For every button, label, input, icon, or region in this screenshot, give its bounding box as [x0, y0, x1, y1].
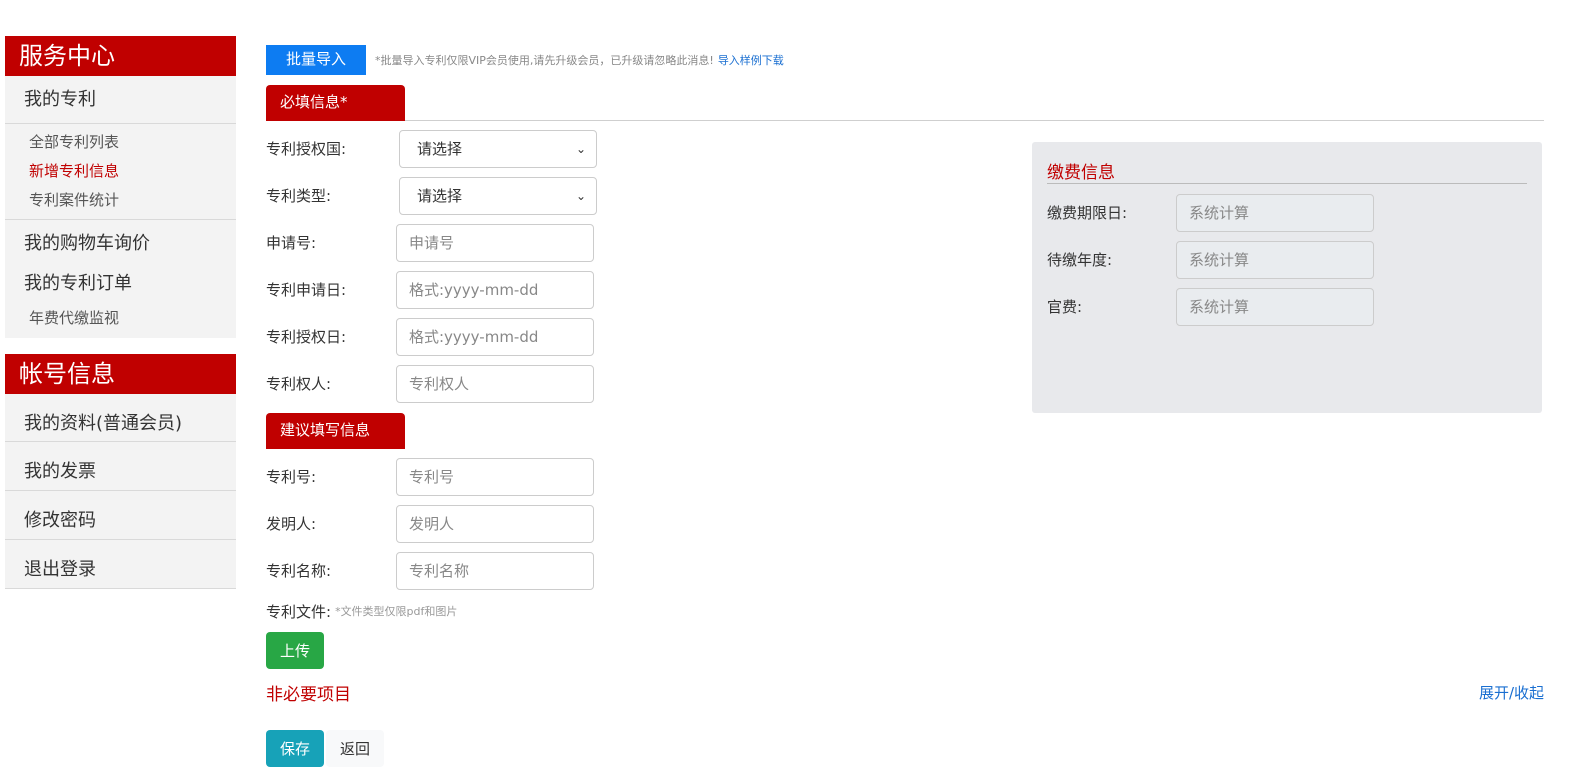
suggested-section-header: 建议填写信息 [266, 413, 1544, 449]
app-date-label: 专利申请日: [266, 281, 347, 299]
optional-row: 非必要项目 展开/收起 [266, 681, 1544, 705]
sidebar: 服务中心 我的专利 全部专利列表 新增专利信息 专利案件统计 我的购物车询价 我… [5, 36, 236, 589]
official-fee-label: 官费: [1047, 298, 1083, 316]
grant-date-label: 专利授权日: [266, 328, 347, 346]
upload-button[interactable]: 上传 [266, 632, 324, 669]
sidebar-item-patent-orders[interactable]: 我的专利订单 [5, 264, 236, 304]
country-label: 专利授权国: [266, 140, 347, 158]
required-info-tab[interactable]: 必填信息* [266, 85, 405, 121]
patent-name-label: 专利名称: [266, 562, 332, 580]
action-row: 保存 返回 [266, 730, 1544, 767]
app-date-input[interactable] [396, 270, 594, 309]
sidebar-item-my-profile[interactable]: 我的资料(普通会员) [5, 394, 236, 442]
sidebar-item-logout[interactable]: 退出登录 [5, 540, 236, 589]
patent-file-hint: *文件类型仅限pdf和图片 [335, 605, 458, 618]
sidebar-item-patent-stats[interactable]: 专利案件统计 [5, 186, 236, 215]
holder-input[interactable] [396, 364, 594, 403]
grant-date-input[interactable] [396, 317, 594, 356]
country-select[interactable]: 请选择 ⌄ [399, 129, 597, 168]
fee-panel: 缴费信息 缴费期限日: 系统计算 待缴年度: 系统计算 官费: 系统计算 [1032, 142, 1542, 413]
fee-panel-title: 缴费信息 [1047, 156, 1527, 184]
optional-items-label: 非必要项目 [266, 684, 351, 705]
patent-no-input[interactable] [396, 457, 594, 496]
patent-name-row: 专利名称: [266, 547, 1544, 594]
fee-deadline-row: 缴费期限日: 系统计算 [1047, 189, 1527, 236]
back-button[interactable]: 返回 [326, 730, 384, 767]
app-no-label: 申请号: [266, 234, 317, 252]
patent-no-row: 专利号: [266, 453, 1544, 500]
sidebar-item-cart-inquiry[interactable]: 我的购物车询价 [5, 224, 236, 264]
pending-year-label: 待缴年度: [1047, 251, 1113, 269]
pending-year-field: 系统计算 [1176, 240, 1374, 279]
type-label: 专利类型: [266, 187, 332, 205]
patent-file-label: 专利文件: [266, 602, 332, 621]
patent-file-row: 专利文件: *文件类型仅限pdf和图片 [266, 596, 1544, 626]
sidebar-item-add-patent[interactable]: 新增专利信息 [5, 157, 236, 186]
expand-collapse-link[interactable]: 展开/收起 [1479, 682, 1544, 703]
required-section-header: 必填信息* [266, 85, 1544, 121]
batch-import-button[interactable]: 批量导入 [266, 45, 366, 75]
service-center-section: 服务中心 我的专利 全部专利列表 新增专利信息 专利案件统计 我的购物车询价 我… [5, 36, 236, 338]
official-fee-field: 系统计算 [1176, 287, 1374, 326]
inventor-label: 发明人: [266, 515, 317, 533]
patent-name-input[interactable] [396, 551, 594, 590]
country-select-value: 请选择 [417, 140, 463, 158]
fee-deadline-label: 缴费期限日: [1047, 204, 1128, 222]
fee-deadline-field: 系统计算 [1176, 193, 1374, 232]
save-button[interactable]: 保存 [266, 730, 324, 767]
service-center-header: 服务中心 [5, 36, 236, 76]
suggested-info-tab[interactable]: 建议填写信息 [266, 413, 405, 449]
type-select-value: 请选择 [417, 187, 463, 205]
sidebar-item-my-invoice[interactable]: 我的发票 [5, 442, 236, 491]
patent-no-label: 专利号: [266, 468, 317, 486]
sidebar-item-all-patents[interactable]: 全部专利列表 [5, 128, 236, 157]
sidebar-item-change-password[interactable]: 修改密码 [5, 491, 236, 540]
inventor-input[interactable] [396, 504, 594, 543]
sidebar-item-my-patents[interactable]: 我的专利 [5, 76, 236, 124]
holder-label: 专利权人: [266, 375, 332, 393]
pending-year-row: 待缴年度: 系统计算 [1047, 236, 1527, 283]
chevron-down-icon: ⌄ [575, 188, 586, 203]
type-select[interactable]: 请选择 ⌄ [399, 176, 597, 215]
sample-download-link[interactable]: 导入样例下载 [718, 52, 784, 68]
app-no-input[interactable] [396, 223, 594, 262]
account-info-header: 帐号信息 [5, 354, 236, 394]
vip-hint: *批量导入专利仅限VIP会员使用,请先升级会员，已升级请忽略此消息! [375, 54, 714, 67]
toolbar: 批量导入 *批量导入专利仅限VIP会员使用,请先升级会员，已升级请忽略此消息! … [266, 45, 1544, 75]
official-fee-row: 官费: 系统计算 [1047, 283, 1527, 330]
sidebar-item-annual-fee-monitor[interactable]: 年费代缴监视 [5, 304, 236, 338]
inventor-row: 发明人: [266, 500, 1544, 547]
patent-submenu: 全部专利列表 新增专利信息 专利案件统计 [5, 124, 236, 220]
chevron-down-icon: ⌄ [575, 141, 586, 156]
account-section: 帐号信息 我的资料(普通会员) 我的发票 修改密码 退出登录 [5, 354, 236, 589]
